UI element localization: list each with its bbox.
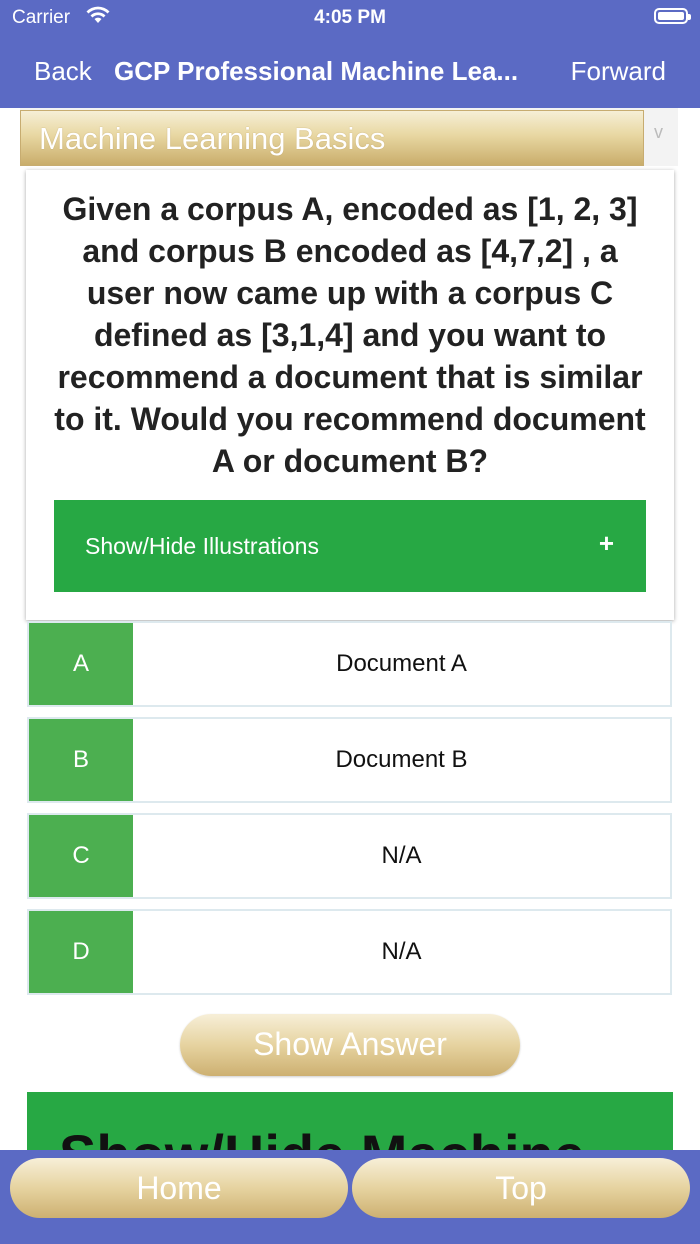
category-label: Machine Learning Basics xyxy=(39,121,386,156)
option-text: N/A xyxy=(381,842,422,869)
answer-option-b[interactable]: B Document B xyxy=(27,717,672,803)
battery-icon xyxy=(654,8,691,24)
illustrations-toggle-label: Show/Hide Illustrations xyxy=(85,533,319,559)
question-text: Given a corpus A, encoded as [1, 2, 3] a… xyxy=(54,191,646,479)
answer-option-a[interactable]: A Document A xyxy=(27,621,672,707)
option-letter: D xyxy=(29,911,133,993)
question-card: Given a corpus A, encoded as [1, 2, 3] a… xyxy=(26,170,674,620)
category-dropdown[interactable]: Machine Learning Basics xyxy=(20,110,644,166)
machine-toggle-label: Show/Hide Machine xyxy=(59,1122,585,1150)
home-button[interactable]: Home xyxy=(10,1158,348,1218)
chevron-down-icon[interactable]: v xyxy=(654,122,663,143)
option-letter: A xyxy=(29,623,133,705)
answer-option-c[interactable]: C N/A xyxy=(27,813,672,899)
back-button[interactable]: Back xyxy=(34,56,92,87)
illustrations-toggle-button[interactable]: Show/Hide Illustrations + xyxy=(54,500,646,592)
plus-icon: + xyxy=(598,528,614,558)
option-letter: C xyxy=(29,815,133,897)
top-button[interactable]: Top xyxy=(352,1158,690,1218)
forward-button[interactable]: Forward xyxy=(571,56,666,87)
option-text: Document B xyxy=(335,746,468,773)
page-title: GCP Professional Machine Lea... xyxy=(114,56,519,86)
clock: 4:05 PM xyxy=(314,7,386,28)
option-text: N/A xyxy=(381,938,422,965)
show-answer-button[interactable]: Show Answer xyxy=(180,1014,520,1076)
top-bar: Carrier 4:05 PM Back GCP Professional Ma… xyxy=(0,0,700,108)
machine-toggle-button[interactable]: Show/Hide Machine xyxy=(27,1092,673,1150)
option-letter: B xyxy=(29,719,133,801)
bottom-bar: Home Top xyxy=(0,1150,700,1244)
status-bar: Carrier 4:05 PM xyxy=(0,0,700,36)
option-text: Document A xyxy=(336,650,467,677)
answer-option-d[interactable]: D N/A xyxy=(27,909,672,995)
navigation-bar: Back GCP Professional Machine Lea... For… xyxy=(0,36,700,108)
